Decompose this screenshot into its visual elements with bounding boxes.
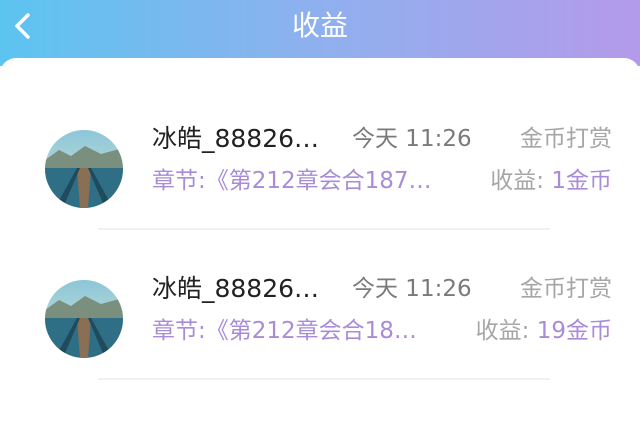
income-info: 收益: 19金币 (476, 316, 612, 346)
earnings-list: 冰皓_88826… 今天 11:26 金币打赏 章节:《第212章会合187… … (0, 58, 640, 427)
chapter-link[interactable]: 章节:《第212章会合18… (152, 316, 452, 346)
page-title: 收益 (291, 9, 348, 42)
income-label: 收益: (475, 318, 537, 344)
list-item[interactable]: 冰皓_88826… 今天 11:26 金币打赏 章节:《第212章会合18… 收… (0, 274, 640, 426)
header-bar: 收益 (0, 0, 640, 66)
list-item[interactable]: 冰皓_88826… 今天 11:26 金币打赏 章节:《第212章会合187… … (0, 124, 640, 276)
income-value: 19金币 (536, 318, 612, 344)
income-info: 收益: 1金币 (490, 166, 612, 196)
income-label: 收益: (490, 168, 552, 194)
user-name: 冰皓_88826… (152, 124, 320, 153)
user-name: 冰皓_88826… (152, 274, 320, 303)
divider (98, 228, 550, 230)
divider (98, 378, 550, 380)
timestamp: 今天 11:26 (352, 126, 472, 152)
reward-type: 金币打赏 (520, 126, 612, 152)
reward-type: 金币打赏 (520, 276, 612, 302)
chapter-link[interactable]: 章节:《第212章会合187… (152, 166, 466, 196)
timestamp: 今天 11:26 (352, 276, 472, 302)
avatar (45, 130, 123, 208)
income-value: 1金币 (551, 168, 612, 194)
avatar (45, 280, 123, 358)
